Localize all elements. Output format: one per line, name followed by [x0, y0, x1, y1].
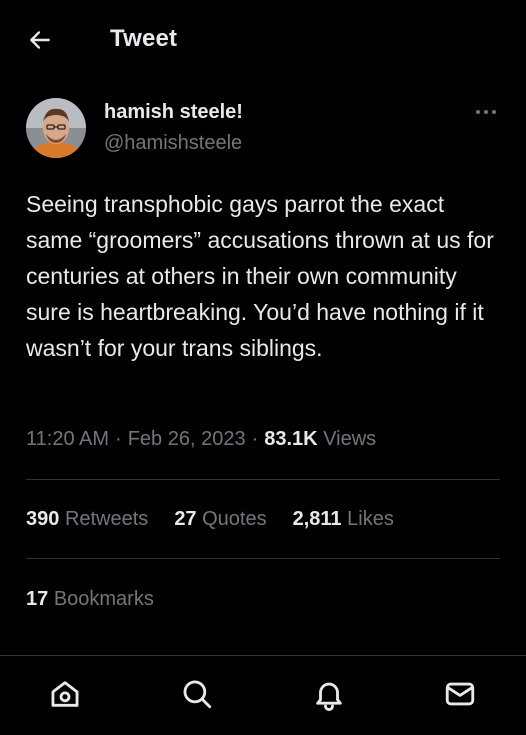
- quotes-stat[interactable]: 27 Quotes: [174, 508, 266, 531]
- quotes-label: Quotes: [202, 508, 267, 530]
- bookmarks-count: 17: [26, 588, 49, 610]
- tweet-date[interactable]: Feb 26, 2023: [128, 428, 246, 450]
- nav-messages-button[interactable]: [442, 676, 478, 712]
- retweets-count: 390: [26, 508, 60, 530]
- quotes-count: 27: [174, 508, 197, 530]
- author-handle[interactable]: @hamishsteele: [104, 132, 242, 155]
- more-options-button[interactable]: [472, 100, 500, 124]
- tweet-text: Seeing transphobic gays parrot the exact…: [26, 191, 494, 361]
- avatar[interactable]: [26, 98, 86, 158]
- nav-notifications-button[interactable]: [311, 676, 347, 712]
- views-label: Views: [323, 428, 377, 450]
- meta-separator: ·: [115, 428, 122, 450]
- tweet-stats: 390 Retweets 27 Quotes 2,811 Likes: [26, 508, 420, 531]
- messages-envelope-icon: [445, 682, 475, 706]
- nav-home-button[interactable]: [47, 676, 83, 712]
- arrow-left-icon: [30, 31, 50, 49]
- page-title: Tweet: [110, 25, 178, 52]
- search-icon: [183, 680, 212, 709]
- bottom-navigation: [0, 655, 526, 735]
- likes-stat[interactable]: 2,811 Likes: [293, 508, 394, 531]
- more-dots-icon: [476, 110, 496, 114]
- divider: [26, 479, 500, 480]
- meta-separator: ·: [251, 428, 259, 450]
- bookmarks-label: Bookmarks: [53, 588, 154, 610]
- views-count: 83.1K: [264, 428, 318, 450]
- home-icon: [51, 681, 79, 707]
- retweets-label: Retweets: [64, 508, 149, 530]
- author-display-name[interactable]: hamish steele!: [104, 101, 243, 124]
- tweet-time[interactable]: 11:20 AM: [26, 428, 109, 450]
- header-bar: Tweet: [0, 0, 526, 80]
- likes-count: 2,811: [292, 508, 342, 530]
- back-button[interactable]: [22, 22, 58, 58]
- likes-label: Likes: [347, 508, 394, 530]
- divider: [26, 558, 500, 559]
- bookmarks-stat[interactable]: 17 Bookmarks: [26, 588, 154, 611]
- notifications-bell-icon: [316, 682, 342, 711]
- retweets-stat[interactable]: 390 Retweets: [26, 508, 148, 531]
- tweet-meta: 11:20 AM · Feb 26, 2023 · 83.1K Views: [26, 428, 376, 451]
- nav-search-button[interactable]: [179, 676, 215, 712]
